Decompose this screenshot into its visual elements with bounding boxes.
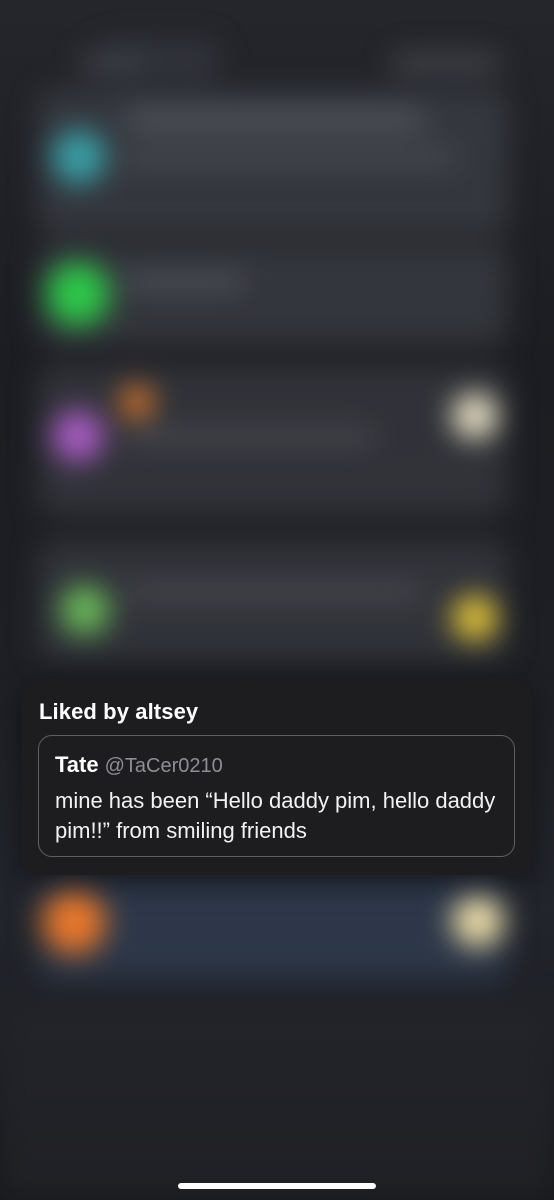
liked-by-label: Liked by altsey [39,699,199,724]
lock-screen: Liked by altsey Tate @TaCer0210 mine has … [0,0,554,1200]
liked-notification-card[interactable]: Liked by altsey Tate @TaCer0210 mine has … [22,679,532,875]
home-indicator[interactable] [178,1183,376,1189]
author-handle: @TaCer0210 [104,755,223,777]
author-name: Tate [55,752,99,777]
blurred-background [0,0,554,1200]
quoted-tweet[interactable]: Tate @TaCer0210 mine has been “Hello dadd… [38,735,515,857]
tweet-text: mine has been “Hello daddy pim, hello da… [55,788,496,843]
tweet-header: Tate @TaCer0210 [55,752,223,778]
